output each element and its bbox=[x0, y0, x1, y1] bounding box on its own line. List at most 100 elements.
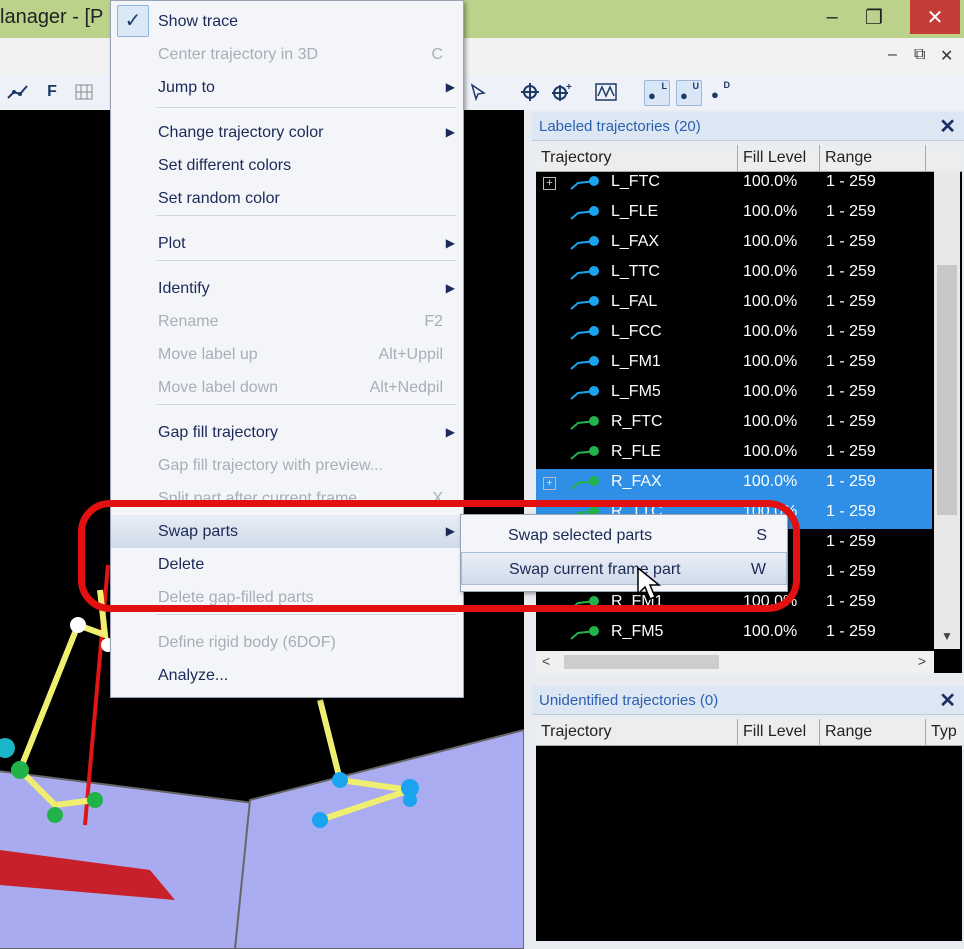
horizontal-scrollbar-thumb[interactable] bbox=[564, 655, 719, 669]
vertical-scrollbar[interactable]: ▼ bbox=[934, 171, 960, 649]
f-button[interactable]: F bbox=[40, 80, 64, 104]
mdi-close-button[interactable]: ✕ bbox=[940, 46, 953, 66]
fill-level: 100.0% bbox=[743, 443, 798, 460]
trajectory-tool-icon[interactable] bbox=[6, 80, 30, 104]
menu-item-move-label-down: Move label down Alt+Nedpil bbox=[158, 379, 443, 396]
table-row[interactable]: L_FM5 100.0% 1 - 259 bbox=[536, 379, 932, 409]
mdi-minimize-button[interactable]: – bbox=[888, 46, 897, 64]
range: 1 - 259 bbox=[826, 383, 876, 400]
trajectory-marker-icon bbox=[570, 386, 599, 400]
table-row[interactable]: L_FAX 100.0% 1 - 259 bbox=[536, 229, 932, 259]
table-row[interactable]: L_TTC 100.0% 1 - 259 bbox=[536, 259, 932, 289]
expand-icon[interactable]: + bbox=[543, 477, 556, 490]
column-header-fill-level[interactable]: Fill Level bbox=[738, 145, 820, 171]
close-button[interactable]: ✕ bbox=[910, 0, 960, 34]
expand-icon[interactable]: + bbox=[543, 177, 556, 190]
trajectory-marker-icon bbox=[570, 356, 599, 370]
fill-level: 100.0% bbox=[743, 293, 798, 310]
menu-separator bbox=[156, 260, 456, 261]
range: 1 - 259 bbox=[826, 233, 876, 250]
crosshair-icon[interactable] bbox=[518, 80, 542, 104]
crosshair-plus-icon[interactable]: + bbox=[550, 80, 574, 104]
minimize-button[interactable]: – bbox=[810, 0, 854, 34]
trajectory-marker-icon bbox=[570, 416, 599, 430]
menu-item-plot[interactable]: Plot ▶ bbox=[111, 227, 463, 260]
table-row[interactable]: L_FM1 100.0% 1 - 259 bbox=[536, 349, 932, 379]
submenu-arrow-icon: ▶ bbox=[445, 281, 455, 295]
red-highlight-ring bbox=[78, 500, 800, 612]
table-row[interactable]: R_FM5 100.0% 1 - 259 bbox=[536, 619, 932, 649]
trajectory-name: R_FTC bbox=[611, 413, 663, 430]
column-header-trajectory[interactable]: Trajectory bbox=[536, 719, 738, 745]
menu-item-show-trace[interactable]: Show trace bbox=[111, 5, 463, 38]
trajectory-name: L_FAX bbox=[611, 233, 660, 250]
range: 1 - 259 bbox=[826, 623, 876, 640]
select-arrow-icon[interactable] bbox=[466, 80, 490, 104]
grid-icon[interactable] bbox=[72, 80, 96, 104]
trajectory-marker-icon bbox=[570, 626, 599, 640]
scroll-right-arrow-icon[interactable]: > bbox=[918, 653, 926, 669]
menu-item-change-trajectory-color[interactable]: Change trajectory color ▶ bbox=[111, 116, 463, 149]
unidentified-panel-close-button[interactable]: ✕ bbox=[939, 688, 956, 713]
menu-separator bbox=[156, 404, 456, 405]
trajectory-name: L_FAL bbox=[611, 293, 658, 310]
menu-item-jump-to[interactable]: Jump to ▶ bbox=[111, 71, 463, 104]
labeled-panel-close-button[interactable]: ✕ bbox=[939, 114, 956, 139]
range: 1 - 259 bbox=[826, 503, 876, 520]
marker-d-icon[interactable]: ● D bbox=[708, 80, 732, 104]
table-row[interactable]: + R_FAX 100.0% 1 - 259 bbox=[536, 469, 932, 499]
range: 1 - 259 bbox=[826, 323, 876, 340]
column-header-trajectory[interactable]: Trajectory bbox=[536, 145, 738, 171]
menu-item-identify[interactable]: Identify ▶ bbox=[111, 272, 463, 305]
trajectory-name: L_FM5 bbox=[611, 383, 661, 400]
menu-item-gap-fill-trajectory-with-preview: Gap fill trajectory with preview... bbox=[158, 457, 383, 474]
table-row[interactable]: + L_FTC 100.0% 1 - 259 bbox=[536, 169, 932, 199]
table-row[interactable]: L_FLE 100.0% 1 - 259 bbox=[536, 199, 932, 229]
range: 1 - 259 bbox=[826, 473, 876, 490]
range: 1 - 259 bbox=[826, 563, 876, 580]
scroll-left-arrow-icon[interactable]: < bbox=[542, 653, 550, 669]
trajectory-name: R_FAX bbox=[611, 473, 662, 490]
marker-u-icon[interactable]: ● U bbox=[676, 80, 702, 106]
range: 1 - 259 bbox=[826, 173, 876, 190]
fill-level: 100.0% bbox=[743, 353, 798, 370]
labeled-trajectories-header: Labeled trajectories (20) ✕ bbox=[532, 112, 964, 141]
scroll-down-arrow-icon[interactable]: ▼ bbox=[941, 629, 953, 643]
table-row[interactable]: L_FAL 100.0% 1 - 259 bbox=[536, 289, 932, 319]
column-header-type[interactable]: Typ bbox=[926, 719, 962, 745]
table-row[interactable]: L_FCC 100.0% 1 - 259 bbox=[536, 319, 932, 349]
restore-button[interactable]: ❐ bbox=[852, 0, 896, 34]
svg-text:+: + bbox=[566, 82, 572, 93]
menu-item-set-random-color[interactable]: Set random color bbox=[111, 182, 463, 215]
waveform-icon[interactable] bbox=[594, 80, 618, 104]
fill-level: 100.0% bbox=[743, 263, 798, 280]
mdi-restore-button[interactable]: ⧉ bbox=[914, 46, 925, 64]
column-header-fill-level[interactable]: Fill Level bbox=[738, 719, 820, 745]
trajectory-name: R_FM5 bbox=[611, 623, 664, 640]
trajectory-marker-icon bbox=[570, 206, 599, 220]
table-row[interactable]: R_FTC 100.0% 1 - 259 bbox=[536, 409, 932, 439]
horizontal-scrollbar[interactable]: < > bbox=[536, 651, 934, 673]
range: 1 - 259 bbox=[826, 203, 876, 220]
range: 1 - 259 bbox=[826, 263, 876, 280]
marker-l-icon[interactable]: ● L bbox=[644, 80, 670, 106]
table-row[interactable]: R_FLE 100.0% 1 - 259 bbox=[536, 439, 932, 469]
menu-item-gap-fill-trajectory[interactable]: Gap fill trajectory ▶ bbox=[111, 416, 463, 449]
trajectory-name: L_TTC bbox=[611, 263, 660, 280]
trajectory-marker-icon bbox=[570, 266, 599, 280]
labeled-trajectories-title: Labeled trajectories (20) bbox=[539, 118, 701, 135]
column-header-range[interactable]: Range bbox=[820, 145, 926, 171]
submenu-arrow-icon: ▶ bbox=[445, 425, 455, 439]
column-header-range[interactable]: Range bbox=[820, 719, 926, 745]
trajectory-name: L_FLE bbox=[611, 203, 659, 220]
trajectory-marker-icon bbox=[570, 296, 599, 310]
unidentified-trajectories-title: Unidentified trajectories (0) bbox=[539, 692, 719, 709]
fill-level: 100.0% bbox=[743, 473, 798, 490]
unidentified-trajectories-table[interactable]: Trajectory Fill Level Range Typ bbox=[536, 719, 962, 941]
scrollbar-thumb[interactable] bbox=[937, 265, 957, 515]
menu-separator bbox=[156, 107, 456, 108]
menu-item-analyze[interactable]: Analyze... bbox=[111, 659, 463, 692]
trajectory-marker-icon bbox=[570, 176, 599, 190]
fill-level: 100.0% bbox=[743, 413, 798, 430]
menu-item-set-different-colors[interactable]: Set different colors bbox=[111, 149, 463, 182]
